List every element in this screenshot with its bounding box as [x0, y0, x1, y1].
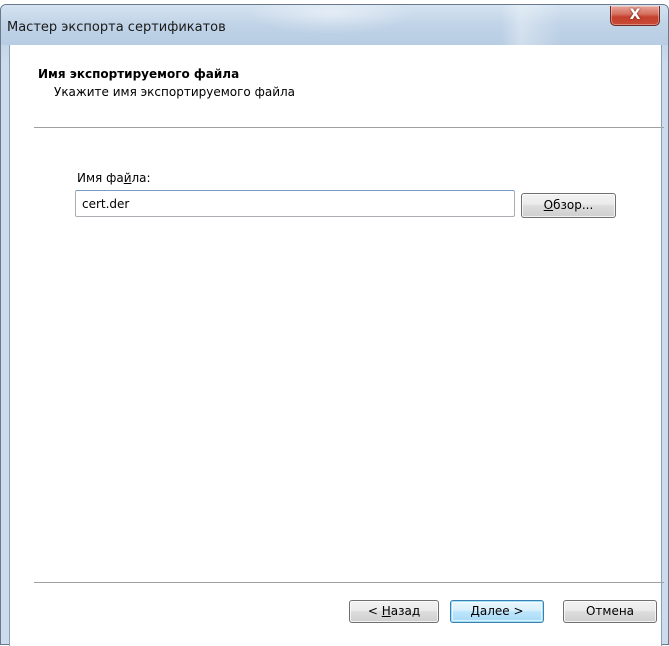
- next-button[interactable]: Далее >: [450, 600, 544, 623]
- browse-button[interactable]: Обзор...: [521, 193, 616, 218]
- browse-mnemonic: О: [543, 198, 554, 212]
- close-icon: X: [629, 7, 641, 23]
- back-button[interactable]: < Назад: [349, 600, 439, 623]
- back-mnemonic: Н: [381, 604, 391, 618]
- back-prefix: <: [367, 604, 382, 618]
- filename-label: Имя файла:: [77, 171, 151, 185]
- next-mnemonic: Д: [470, 604, 480, 618]
- close-button[interactable]: X: [610, 6, 660, 26]
- window-title: Мастер экспорта сертификатов: [7, 20, 226, 35]
- filename-label-mnemonic: й: [123, 171, 132, 185]
- page-subtitle: Укажите имя экспортируемого файла: [54, 85, 296, 99]
- browse-label: бзор...: [553, 198, 594, 212]
- back-label: азад: [390, 604, 421, 618]
- cancel-button[interactable]: Отмена: [563, 600, 657, 623]
- footer-divider: [34, 582, 664, 583]
- next-label: алее >: [479, 604, 524, 618]
- title-bar[interactable]: Мастер экспорта сертификатов X: [1, 5, 668, 45]
- wizard-page: Имя экспортируемого файла Укажите имя эк…: [9, 45, 664, 646]
- filename-input[interactable]: [75, 190, 515, 217]
- filename-label-part2: ла:: [131, 171, 151, 185]
- header-divider: [34, 127, 664, 128]
- certificate-export-wizard-window: Мастер экспорта сертификатов X Имя экспо…: [0, 4, 669, 646]
- page-title: Имя экспортируемого файла: [38, 67, 240, 81]
- filename-label-part1: Имя фа: [77, 171, 124, 185]
